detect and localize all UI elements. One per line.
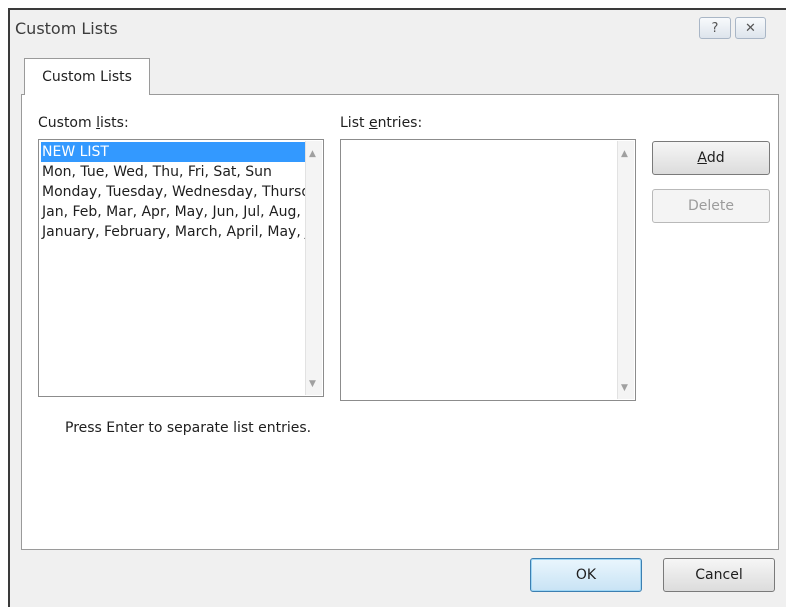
cancel-button[interactable]: Cancel [663, 558, 775, 592]
ok-button[interactable]: OK [530, 558, 642, 592]
custom-lists-dialog: Custom Lists ? ✕ Custom Lists Custom lis… [8, 8, 786, 607]
custom-lists-scrollbar[interactable]: ▲ ▼ [305, 141, 322, 395]
list-item[interactable]: Monday, Tuesday, Wednesday, Thursday, Fr… [41, 182, 306, 202]
scroll-up-icon[interactable]: ▲ [309, 149, 316, 159]
title-bar[interactable]: Custom Lists ? ✕ [10, 10, 786, 48]
custom-lists-label: Custom lists: [38, 115, 129, 131]
window-title: Custom Lists [15, 19, 118, 38]
scroll-down-icon[interactable]: ▼ [309, 379, 316, 389]
scroll-down-icon[interactable]: ▼ [621, 383, 628, 393]
close-icon: ✕ [745, 20, 756, 36]
close-button[interactable]: ✕ [735, 17, 766, 39]
tab-panel: Custom lists: NEW LIST Mon, Tue, Wed, Th… [21, 94, 779, 550]
hint-text: Press Enter to separate list entries. [65, 420, 312, 436]
tab-custom-lists[interactable]: Custom Lists [24, 58, 150, 95]
help-icon: ? [711, 20, 719, 36]
list-item[interactable]: Mon, Tue, Wed, Thu, Fri, Sat, Sun [41, 162, 306, 182]
list-entries-label: List entries: [340, 115, 423, 131]
custom-lists-listbox[interactable]: NEW LIST Mon, Tue, Wed, Thu, Fri, Sat, S… [38, 139, 324, 397]
tab-label: Custom Lists [42, 69, 132, 85]
list-item[interactable]: Jan, Feb, Mar, Apr, May, Jun, Jul, Aug, … [41, 202, 306, 222]
scroll-up-icon[interactable]: ▲ [621, 149, 628, 159]
list-item[interactable]: NEW LIST [41, 142, 306, 162]
help-button[interactable]: ? [699, 17, 731, 39]
delete-button[interactable]: Delete [652, 189, 770, 223]
add-button[interactable]: Add [652, 141, 770, 175]
list-entries-textarea[interactable]: ▲ ▼ [340, 139, 636, 401]
list-item[interactable]: January, February, March, April, May, Ju… [41, 222, 306, 242]
list-entries-scrollbar[interactable]: ▲ ▼ [617, 141, 634, 399]
